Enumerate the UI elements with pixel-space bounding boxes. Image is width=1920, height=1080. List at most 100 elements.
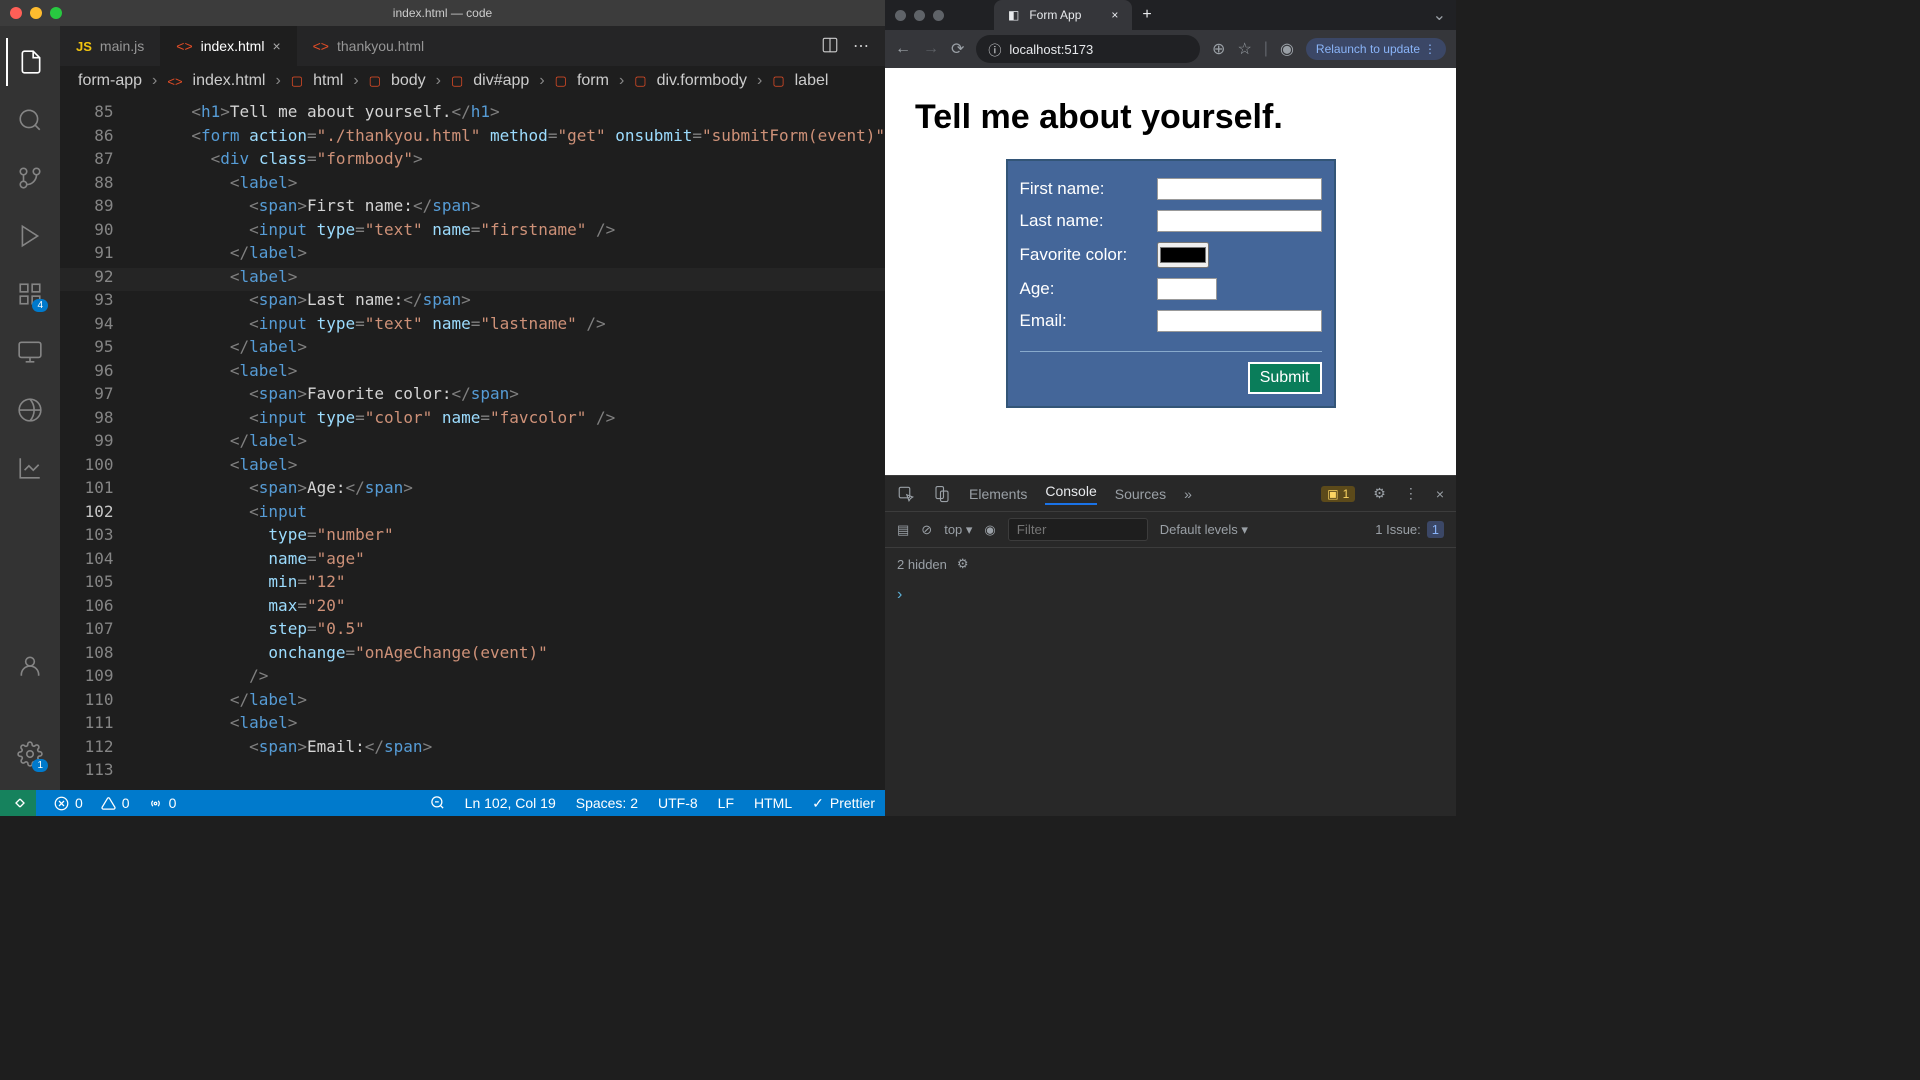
- form-divider: [1020, 351, 1322, 352]
- breadcrumb-item[interactable]: index.html: [193, 72, 266, 90]
- firstname-input[interactable]: [1157, 178, 1322, 200]
- clear-console-icon[interactable]: ⊘: [921, 522, 932, 538]
- browser-close-icon[interactable]: [895, 10, 906, 21]
- code-editor[interactable]: 8586878889909192939495969798991001011021…: [60, 96, 885, 790]
- devtools-tab-sources[interactable]: Sources: [1115, 486, 1166, 502]
- breadcrumb-item[interactable]: div#app: [473, 72, 529, 90]
- edge-icon[interactable]: [6, 386, 54, 434]
- inspect-icon[interactable]: [897, 485, 915, 503]
- tab-dropdown-icon[interactable]: ⌄: [1433, 5, 1456, 25]
- lastname-label: Last name:: [1020, 211, 1104, 231]
- email-input[interactable]: [1157, 310, 1322, 332]
- console-toolbar: ▤ ⊘ top ▾ ◉ Default levels ▾ 1 Issue: 1: [885, 512, 1456, 548]
- account-icon[interactable]: [6, 642, 54, 690]
- forward-icon[interactable]: →: [923, 40, 939, 58]
- console-filter-input[interactable]: [1008, 518, 1148, 541]
- code-content[interactable]: <h1>Tell me about yourself.</h1> <form a…: [134, 96, 885, 790]
- breadcrumb-item[interactable]: form: [577, 72, 609, 90]
- breadcrumb-icon: ▢: [634, 73, 646, 89]
- email-label: Email:: [1020, 311, 1067, 331]
- favcolor-input[interactable]: [1157, 242, 1209, 268]
- age-input[interactable]: [1157, 278, 1217, 300]
- devtools-close-icon[interactable]: ×: [1436, 486, 1444, 502]
- line-gutter[interactable]: 8586878889909192939495969798991001011021…: [60, 96, 134, 790]
- run-debug-icon[interactable]: [6, 212, 54, 260]
- minimize-window-icon[interactable]: [30, 7, 42, 19]
- gear-icon[interactable]: ⚙: [957, 556, 969, 572]
- html-file-icon: <>: [313, 38, 329, 54]
- lastname-input[interactable]: [1157, 210, 1322, 232]
- console-sidebar-icon[interactable]: ▤: [897, 522, 909, 538]
- maximize-window-icon[interactable]: [50, 7, 62, 19]
- editor-tab[interactable]: JSmain.js: [60, 26, 160, 66]
- tab-close-icon[interactable]: ×: [1111, 8, 1118, 22]
- source-control-icon[interactable]: [6, 154, 54, 202]
- breadcrumb-item[interactable]: label: [795, 72, 829, 90]
- breadcrumb-icon: ▢: [291, 73, 303, 89]
- devtools-tab-elements[interactable]: Elements: [969, 486, 1027, 502]
- browser-tab[interactable]: ◧ Form App ×: [994, 0, 1132, 30]
- editor-tab[interactable]: <>index.html×: [160, 26, 296, 66]
- breadcrumb-item[interactable]: body: [391, 72, 426, 90]
- split-editor-icon[interactable]: [821, 36, 839, 56]
- live-expression-icon[interactable]: ◉: [984, 522, 995, 538]
- encoding-status[interactable]: UTF-8: [658, 795, 698, 812]
- cursor-position[interactable]: Ln 102, Col 19: [465, 795, 556, 812]
- search-icon[interactable]: [6, 96, 54, 144]
- titlebar[interactable]: index.html — code: [0, 0, 885, 26]
- breadcrumbs[interactable]: form-app›<>index.html›▢html›▢body›▢div#a…: [60, 66, 885, 96]
- eol-status[interactable]: LF: [718, 795, 734, 812]
- more-actions-icon[interactable]: ⋯: [853, 36, 869, 56]
- port-count[interactable]: 0: [148, 795, 177, 811]
- submit-button[interactable]: Submit: [1248, 362, 1322, 394]
- zoom-icon[interactable]: [430, 795, 445, 812]
- chrome-toolbar: ← → ⟳ ⓘ localhost:5173 ⊕ ☆ | ◉ Relaunch …: [885, 30, 1456, 68]
- remote-icon[interactable]: [6, 328, 54, 376]
- language-status[interactable]: HTML: [754, 795, 792, 812]
- devtools-tab-console[interactable]: Console: [1045, 483, 1096, 505]
- back-icon[interactable]: ←: [895, 40, 911, 58]
- statusbar: 0 0 0 Ln 102, Col 19 Spaces: 2 UTF-8 LF …: [0, 790, 885, 816]
- hidden-messages[interactable]: 2 hidden ⚙: [885, 548, 1456, 580]
- issues-indicator[interactable]: 1 Issue: 1: [1375, 521, 1444, 538]
- error-count[interactable]: 0: [54, 795, 83, 811]
- editor-tab[interactable]: <>thankyou.html: [297, 26, 441, 66]
- html-file-icon: <>: [176, 38, 192, 54]
- breadcrumb-item[interactable]: html: [313, 72, 343, 90]
- chart-icon[interactable]: [6, 444, 54, 492]
- log-levels-selector[interactable]: Default levels ▾: [1160, 522, 1248, 538]
- devtools-menu-icon[interactable]: ⋮: [1404, 485, 1418, 502]
- remote-status[interactable]: [0, 790, 36, 816]
- warning-count[interactable]: 0: [101, 795, 130, 811]
- device-icon[interactable]: [933, 485, 951, 503]
- context-selector[interactable]: top ▾: [944, 522, 972, 538]
- settings-badge: 1: [32, 759, 48, 772]
- indent-status[interactable]: Spaces: 2: [576, 795, 638, 812]
- reload-icon[interactable]: ⟳: [951, 39, 964, 59]
- explorer-icon[interactable]: [6, 38, 54, 86]
- close-window-icon[interactable]: [10, 7, 22, 19]
- breadcrumb-icon: ▢: [369, 73, 381, 89]
- breadcrumb-item[interactable]: div.formbody: [657, 72, 747, 90]
- console-prompt[interactable]: ›: [885, 580, 1456, 610]
- url-bar[interactable]: ⓘ localhost:5173: [976, 35, 1200, 63]
- more-tabs-icon[interactable]: »: [1184, 486, 1192, 502]
- editor-area: JSmain.js<>index.html×<>thankyou.html ⋯ …: [60, 26, 885, 790]
- site-info-icon[interactable]: ⓘ: [988, 40, 1001, 59]
- editor-actions: ⋯: [821, 36, 885, 56]
- devtools-settings-icon[interactable]: ⚙: [1373, 485, 1386, 502]
- chrome-window: ◧ Form App × + ⌄ ← → ⟳ ⓘ localhost:5173 …: [885, 0, 1456, 816]
- devtools-warning-badge[interactable]: ▣ 1: [1321, 486, 1355, 502]
- browser-minimize-icon[interactable]: [914, 10, 925, 21]
- bookmark-icon[interactable]: ☆: [1237, 39, 1251, 59]
- browser-maximize-icon[interactable]: [933, 10, 944, 21]
- breadcrumb-item[interactable]: form-app: [78, 72, 142, 90]
- relaunch-button[interactable]: Relaunch to update ⋮: [1306, 38, 1446, 60]
- profile-icon[interactable]: ◉: [1280, 39, 1294, 59]
- new-tab-icon[interactable]: +: [1142, 6, 1151, 24]
- prettier-status[interactable]: ✓ Prettier: [812, 795, 875, 812]
- extensions-icon[interactable]: 4: [6, 270, 54, 318]
- close-tab-icon[interactable]: ×: [272, 38, 280, 54]
- zoom-icon[interactable]: ⊕: [1212, 39, 1225, 59]
- settings-icon[interactable]: 1: [6, 730, 54, 778]
